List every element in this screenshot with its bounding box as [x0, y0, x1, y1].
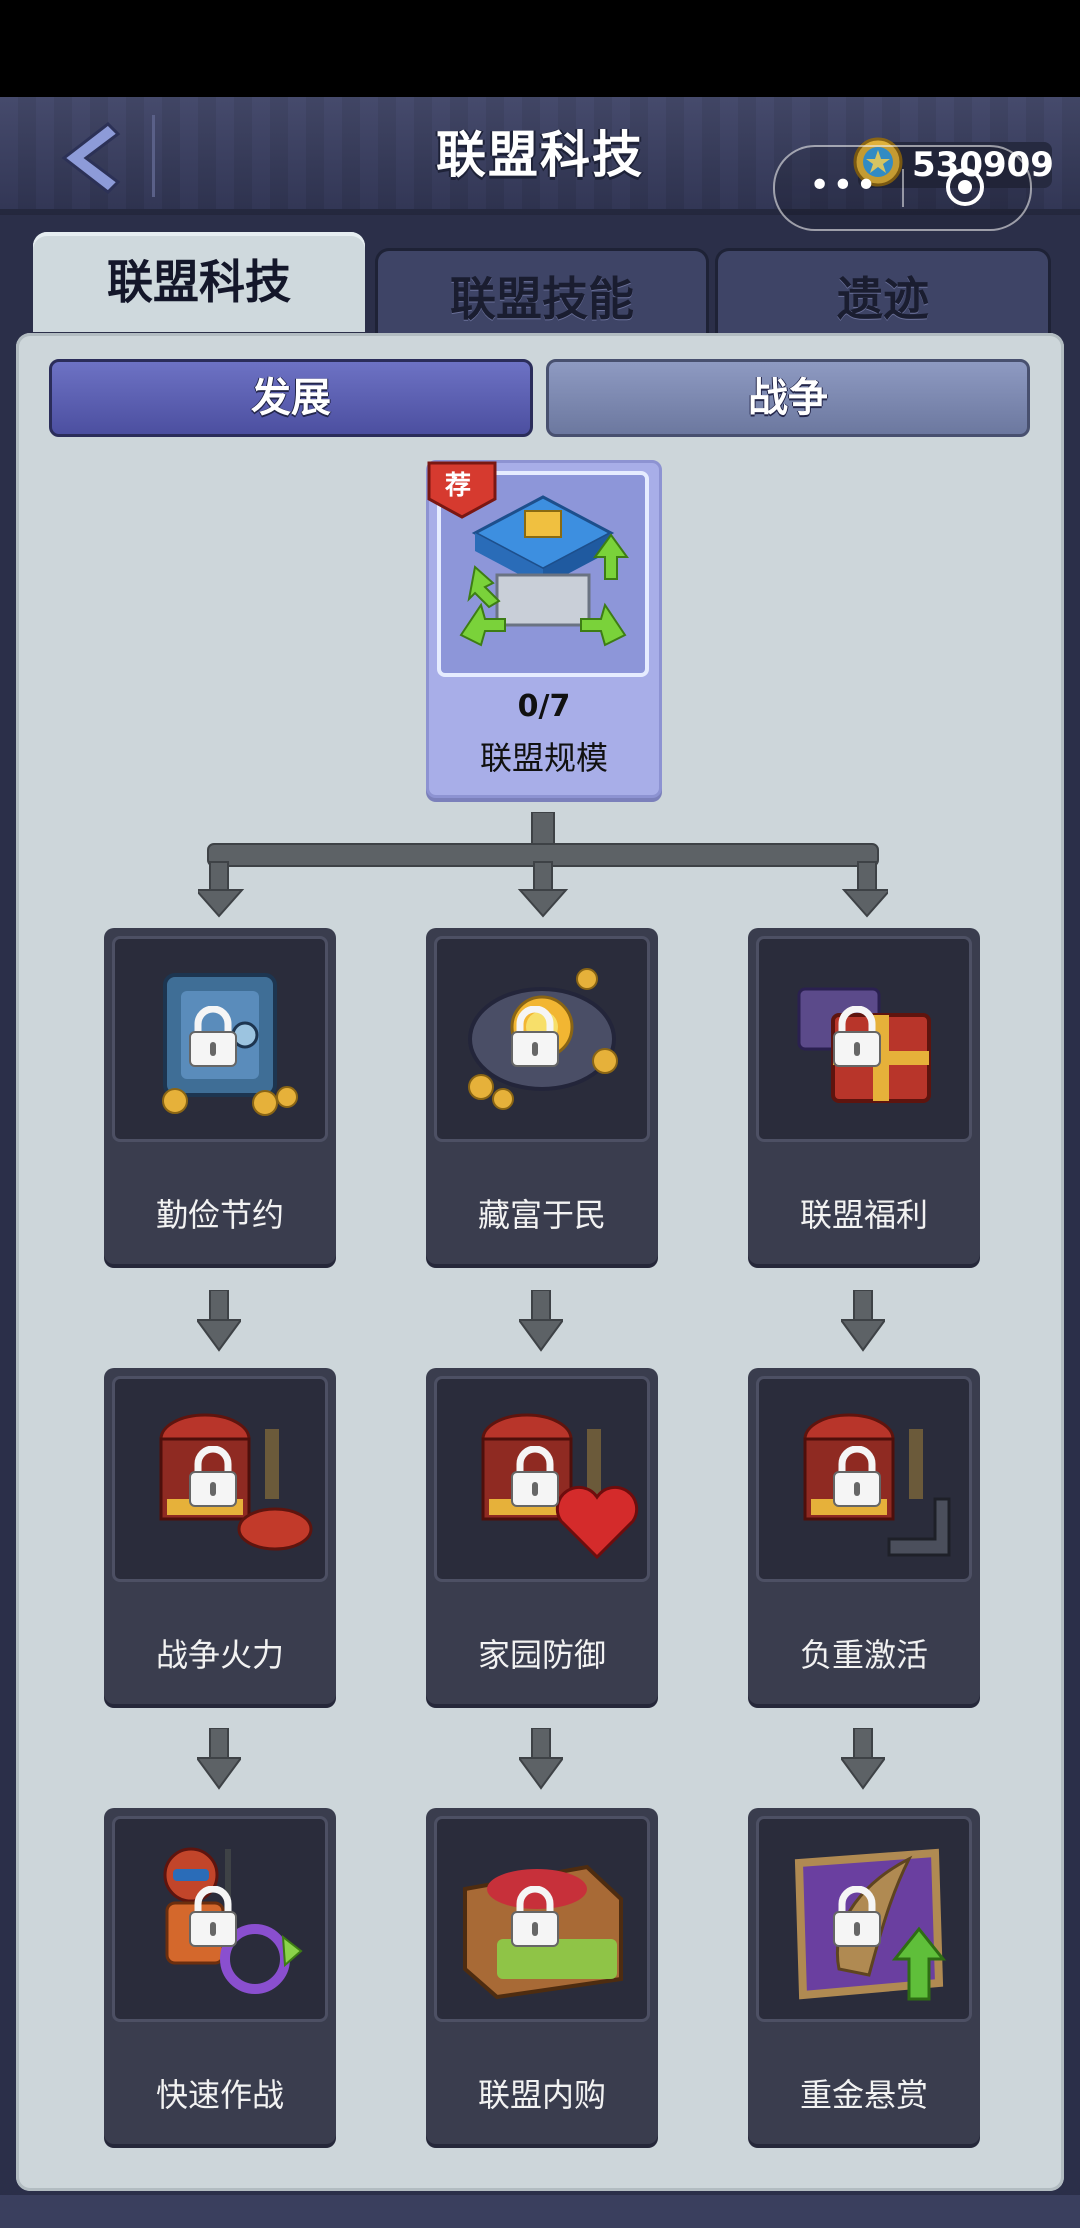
- tech-tree-connector: [198, 812, 888, 918]
- status-bar: [0, 0, 1080, 97]
- lock-icon: [833, 1886, 881, 1947]
- tech-name: 家园防御: [477, 1636, 606, 1674]
- tech-card-thrift[interactable]: 勤俭节约: [104, 928, 336, 1264]
- tech-card-load-activation[interactable]: 负重激活: [748, 1368, 980, 1704]
- lock-icon: [511, 1446, 559, 1507]
- more-dots-icon[interactable]: •••: [809, 168, 879, 204]
- down-arrow-icon: [519, 1728, 563, 1790]
- tech-name: 快速作战: [155, 2076, 284, 2114]
- lock-icon: [833, 1446, 881, 1507]
- tech-card-alliance-scale[interactable]: 荐 0/7 联盟规模: [426, 460, 662, 798]
- lock-icon: [189, 1446, 237, 1507]
- tab-alliance-tech[interactable]: 联盟科技: [33, 232, 365, 332]
- tech-card-alliance-store[interactable]: 联盟内购: [426, 1808, 658, 2144]
- tech-name: 负重激活: [799, 1636, 928, 1674]
- lock-icon: [189, 1006, 237, 1067]
- tech-name: 藏富于民: [477, 1196, 606, 1234]
- down-arrow-icon: [197, 1290, 241, 1352]
- bottom-strip: [0, 2195, 1080, 2228]
- tech-card-war-firepower[interactable]: 战争火力: [104, 1368, 336, 1704]
- tech-name: 联盟规模: [479, 739, 608, 777]
- tech-name: 战争火力: [155, 1636, 284, 1674]
- lock-icon: [511, 1006, 559, 1067]
- tech-card-welfare[interactable]: 联盟福利: [748, 928, 980, 1264]
- tech-card-rapid-combat[interactable]: 快速作战: [104, 1808, 336, 2144]
- subtab-development[interactable]: 发展: [49, 359, 533, 437]
- tab-relics[interactable]: 遗迹: [715, 248, 1051, 341]
- tab-alliance-skills[interactable]: 联盟技能: [375, 248, 709, 341]
- tech-card-wealth[interactable]: 藏富于民: [426, 928, 658, 1264]
- down-arrow-icon: [841, 1728, 885, 1790]
- tech-card-bounty[interactable]: 重金悬赏: [748, 1808, 980, 2144]
- down-arrow-icon: [841, 1290, 885, 1352]
- lock-icon: [189, 1886, 237, 1947]
- down-arrow-icon: [519, 1290, 563, 1352]
- subtab-war[interactable]: 战争: [546, 359, 1030, 437]
- capsule-divider: [902, 169, 904, 207]
- lock-icon: [511, 1886, 559, 1947]
- tech-name: 勤俭节约: [155, 1196, 284, 1234]
- tech-progress: 0/7: [517, 689, 571, 724]
- lock-icon: [833, 1006, 881, 1067]
- coin-amount: 530909: [912, 145, 1054, 185]
- tech-name: 重金悬赏: [799, 2076, 928, 2114]
- tech-name: 联盟福利: [799, 1196, 928, 1234]
- tech-card-home-defense[interactable]: 家园防御: [426, 1368, 658, 1704]
- down-arrow-icon: [197, 1728, 241, 1790]
- recommended-badge-icon: [427, 461, 497, 519]
- tech-name: 联盟内购: [477, 2076, 606, 2114]
